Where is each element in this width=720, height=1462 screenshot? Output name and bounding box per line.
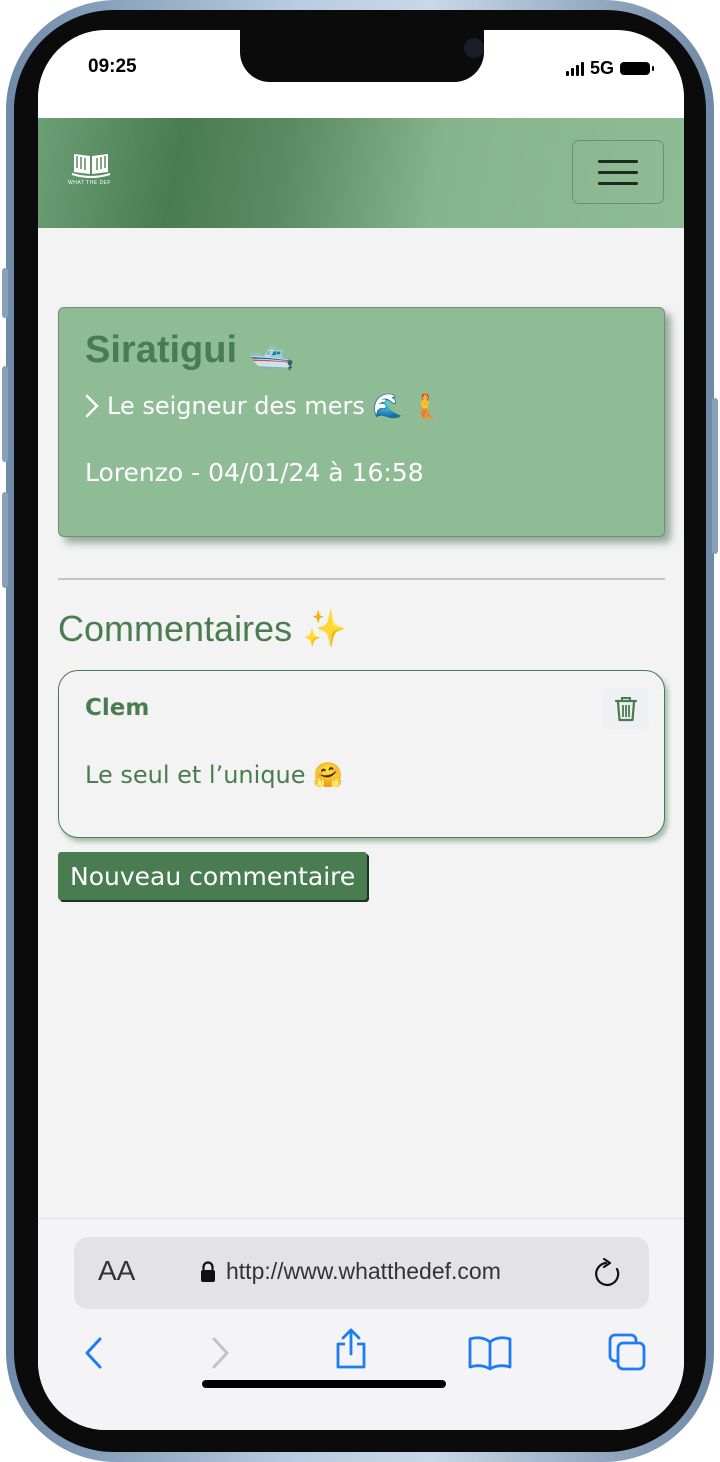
bookmarks-icon[interactable] [468, 1335, 512, 1371]
url-text: http://www.whatthedef.com [226, 1258, 501, 1284]
address-bar[interactable]: AA http://www.whatthedef.com [74, 1237, 649, 1309]
notch [240, 30, 484, 82]
screen: 09:25 5G WHAT THE DEF Siratigui 🛥️ Le se… [38, 30, 684, 1430]
logo-text: WHAT THE DEF [68, 180, 111, 186]
back-icon[interactable] [82, 1333, 106, 1373]
hamburger-icon [598, 159, 638, 163]
definition-title: Siratigui 🛥️ [85, 329, 295, 371]
battery-icon [620, 62, 654, 75]
front-camera [464, 38, 484, 58]
definition-card: Siratigui 🛥️ Le seigneur des mers 🌊 🧜 Lo… [58, 307, 665, 537]
side-button [2, 366, 8, 462]
side-button [2, 268, 8, 318]
comment-text: Le seul et l’unique 🤗 [85, 761, 344, 789]
definition-text: Le seigneur des mers 🌊 🧜 [107, 392, 440, 420]
status-bar: 09:25 5G [38, 30, 684, 118]
signal-icon [565, 61, 584, 76]
comment-card: Clem Le seul et l’unique 🤗 [58, 670, 665, 838]
aa-label: AA [98, 1255, 136, 1286]
menu-toggle-button[interactable] [572, 140, 664, 204]
lock-icon [201, 1261, 215, 1282]
navbar: WHAT THE DEF [38, 118, 684, 228]
network-label: 5G [589, 58, 614, 78]
side-button [712, 398, 718, 554]
side-button [2, 492, 8, 588]
tabs-icon[interactable] [608, 1333, 646, 1371]
status-indicators: 5G [565, 58, 654, 79]
new-comment-button[interactable]: Nouveau commentaire [58, 852, 368, 900]
status-time: 09:25 [88, 56, 137, 77]
hamburger-icon [598, 181, 638, 185]
hamburger-icon [598, 170, 638, 174]
reload-icon[interactable] [592, 1257, 624, 1289]
definition-line: Le seigneur des mers 🌊 🧜 [85, 392, 440, 420]
trash-icon [615, 697, 637, 722]
reader-settings-button[interactable]: AA [98, 1255, 135, 1287]
definition-meta: Lorenzo - 04/01/24 à 16:58 [85, 458, 424, 487]
comments-heading: Commentaires ✨ [58, 608, 347, 649]
browser-toolbar: AA http://www.whatthedef.com [38, 1218, 684, 1430]
divider [58, 578, 665, 580]
share-icon[interactable] [334, 1327, 368, 1371]
chevron-right-icon [85, 394, 99, 418]
comment-author: Clem [85, 695, 150, 721]
home-indicator [202, 1380, 446, 1388]
forward-icon[interactable] [208, 1333, 232, 1373]
delete-comment-button[interactable] [603, 689, 649, 729]
